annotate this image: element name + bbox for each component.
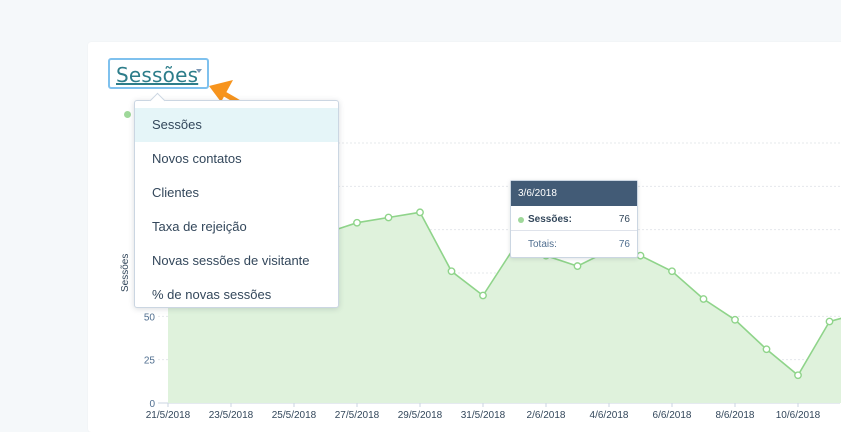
x-tick-label: 2/6/2018 (527, 410, 566, 421)
x-tick-label: 6/6/2018 (653, 410, 692, 421)
metric-selector-label: Sessões (116, 63, 199, 87)
x-tick-label: 8/6/2018 (716, 410, 755, 421)
menu-item-sessoes[interactable]: Sessões (135, 108, 338, 142)
menu-item-novos-contatos[interactable]: Novos contatos (135, 142, 338, 176)
tooltip-series-value: 76 (618, 214, 630, 225)
tooltip-total-value: 76 (618, 239, 630, 250)
menu-item-pct-novas-sessoes[interactable]: % de novas sessões (135, 278, 338, 312)
legend-dot (124, 111, 131, 118)
x-tick-label: 25/5/2018 (272, 410, 317, 421)
x-tick-label: 27/5/2018 (335, 410, 380, 421)
chart-tooltip: 3/6/2018 Sessões: 76 Totais: 76 (510, 180, 638, 258)
data-point[interactable] (731, 315, 739, 324)
x-tick-label: 31/5/2018 (461, 410, 506, 421)
tooltip-total-label: Totais: (528, 239, 557, 250)
data-point[interactable] (794, 371, 802, 380)
data-point[interactable] (353, 218, 361, 227)
metric-dropdown-menu: Sessões Novos contatos Clientes Taxa de … (134, 92, 339, 308)
series-dot-icon (518, 217, 524, 223)
menu-item-clientes[interactable]: Clientes (135, 176, 338, 210)
y-axis-label: Sessões (120, 253, 131, 292)
metric-selector[interactable]: Sessões (108, 58, 209, 89)
data-point[interactable] (447, 267, 456, 276)
x-tick-label: 23/5/2018 (209, 410, 254, 421)
data-point[interactable] (384, 213, 393, 222)
data-point[interactable] (636, 251, 645, 260)
tooltip-total-row: Totais: 76 (511, 234, 637, 256)
y-tick-label: 50 (144, 312, 156, 323)
data-point[interactable] (573, 262, 582, 270)
menu-item-novas-sessoes-visitante[interactable]: Novas sessões de visitante (135, 244, 338, 278)
y-tick-label: 0 (149, 399, 155, 410)
tooltip-date: 3/6/2018 (511, 181, 637, 206)
menu-item-taxa-de-rejeicao[interactable]: Taxa de rejeição (135, 210, 338, 244)
x-tick-label: 10/6/2018 (776, 410, 821, 421)
tooltip-series-row: Sessões: 76 (511, 209, 637, 231)
caret-down-icon (196, 69, 202, 73)
y-tick-label: 25 (144, 356, 156, 367)
x-tick-label: 29/5/2018 (398, 410, 443, 421)
data-point[interactable] (825, 317, 834, 326)
data-point[interactable] (416, 208, 424, 217)
data-point[interactable] (479, 291, 487, 300)
data-point[interactable] (668, 267, 676, 276)
tooltip-series-label: Sessões: (528, 214, 572, 225)
data-point[interactable] (699, 295, 708, 303)
data-point[interactable] (762, 345, 771, 354)
x-tick-label: 21/5/2018 (146, 410, 191, 421)
x-tick-label: 4/6/2018 (590, 410, 629, 421)
